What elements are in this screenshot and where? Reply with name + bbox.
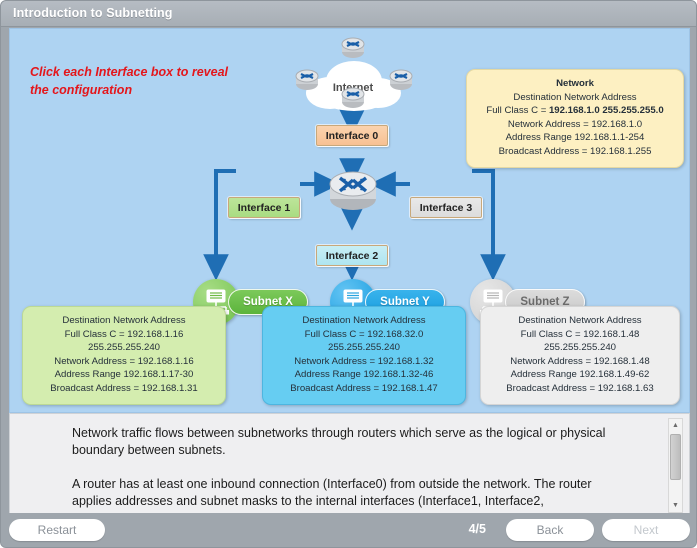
subnet-x-line-3: 255.255.255.240 — [87, 342, 161, 354]
description-scrollbar[interactable]: ▲ ▼ — [668, 418, 683, 513]
subnet-z-line-1: Destination Network Address — [518, 315, 642, 326]
description-paragraph-1: Network traffic flows between subnetwork… — [72, 426, 606, 458]
subnet-z-line-2: Full Class C = 192.168.1.48 — [520, 328, 640, 340]
interface-0-button[interactable]: Interface 0 — [315, 124, 389, 147]
subnet-x-line-6: Broadcast Address = 192.168.1.31 — [50, 383, 198, 395]
interface-0-label: Interface 0 — [325, 130, 379, 142]
subnet-y-info-box: Destination Network Address Full Class C… — [262, 306, 466, 405]
subnet-y-line-4: Network Address = 192.168.1.32 — [294, 355, 434, 367]
page-title: Introduction to Subnetting — [13, 6, 173, 20]
network-info-title: Network — [556, 78, 594, 89]
restart-button[interactable]: Restart — [9, 519, 105, 541]
network-info-line-5: Broadcast Address = 192.168.1.255 — [498, 146, 652, 158]
subnet-z-line-4: Network Address = 192.168.1.48 — [510, 355, 650, 367]
subnet-z-line-3: 255.255.255.240 — [543, 342, 617, 354]
subnet-y-line-6: Broadcast Address = 192.168.1.47 — [290, 383, 438, 395]
network-info-line-1: Destination Network Address — [513, 91, 637, 103]
network-info-line-3: Network Address = 192.168.1.0 — [507, 118, 643, 130]
description-paragraph-2: A router has at least one inbound connec… — [72, 477, 592, 509]
network-info-line-2: Full Class C = 192.168.1.0 255.255.255.0 — [473, 104, 677, 118]
scroll-up-icon[interactable]: ▲ — [669, 419, 682, 432]
subnet-x-line-5: Address Range 192.168.1.17-30 — [54, 369, 194, 381]
interface-3-label: Interface 3 — [419, 202, 473, 214]
title-bar: Introduction to Subnetting — [1, 1, 696, 27]
interface-3-button[interactable]: Interface 3 — [409, 196, 483, 219]
courseware-window: Introduction to Subnetting Click each In… — [0, 0, 697, 548]
network-info-line-4: Address Range 192.168.1.1-254 — [505, 132, 645, 144]
page-indicator: 4/5 — [468, 522, 486, 536]
cloud-router-top — [341, 37, 365, 58]
interface-1-button[interactable]: Interface 1 — [227, 196, 301, 219]
cloud-router-bottom — [341, 87, 365, 108]
scrollbar-thumb[interactable] — [670, 434, 681, 480]
subnet-y-line-1: Destination Network Address — [302, 315, 426, 326]
subnet-x-info-box: Destination Network Address Full Class C… — [22, 306, 226, 405]
subnet-z-line-6: Broadcast Address = 192.168.1.63 — [506, 383, 654, 395]
cloud-router-left — [295, 69, 319, 90]
interface-2-button[interactable]: Interface 2 — [315, 244, 389, 267]
network-info-line-2-value: 192.168.1.0 255.255.255.0 — [548, 105, 664, 117]
restart-label: Restart — [37, 523, 77, 537]
central-router — [329, 171, 377, 210]
subnet-y-line-5: Address Range 192.168.1.32-46 — [294, 369, 434, 381]
network-info-line-2-prefix: Full Class C = — [486, 105, 549, 117]
description-pane: Network traffic flows between subnetwork… — [9, 413, 690, 516]
subnet-z-line-5: Address Range 192.168.1.49-62 — [510, 369, 650, 381]
cloud-router-right — [389, 69, 413, 90]
diagram-stage: Click each Interface box to reveal the c… — [9, 28, 690, 413]
interface-2-label: Interface 2 — [325, 250, 379, 262]
back-button[interactable]: Back — [506, 519, 594, 541]
subnet-z-info-box: Destination Network Address Full Class C… — [480, 306, 680, 405]
network-info-box: Network Destination Network Address Full… — [466, 69, 684, 168]
instruction-hint: Click each Interface box to reveal the c… — [30, 65, 229, 97]
subnet-x-line-2: Full Class C = 192.168.1.16 — [64, 328, 184, 340]
interface-1-label: Interface 1 — [237, 202, 291, 214]
subnet-x-line-1: Destination Network Address — [62, 315, 186, 326]
next-label: Next — [633, 523, 659, 537]
back-label: Back — [536, 523, 564, 537]
next-button[interactable]: Next — [602, 519, 690, 541]
scroll-down-icon[interactable]: ▼ — [669, 499, 682, 512]
subnet-x-line-4: Network Address = 192.168.1.16 — [54, 355, 194, 367]
navigation-bar: Restart 4/5 Back Next — [1, 513, 696, 547]
subnet-y-line-3: 255.255.255.240 — [327, 342, 401, 354]
subnet-y-line-2: Full Class C = 192.168.32.0 — [304, 328, 424, 340]
